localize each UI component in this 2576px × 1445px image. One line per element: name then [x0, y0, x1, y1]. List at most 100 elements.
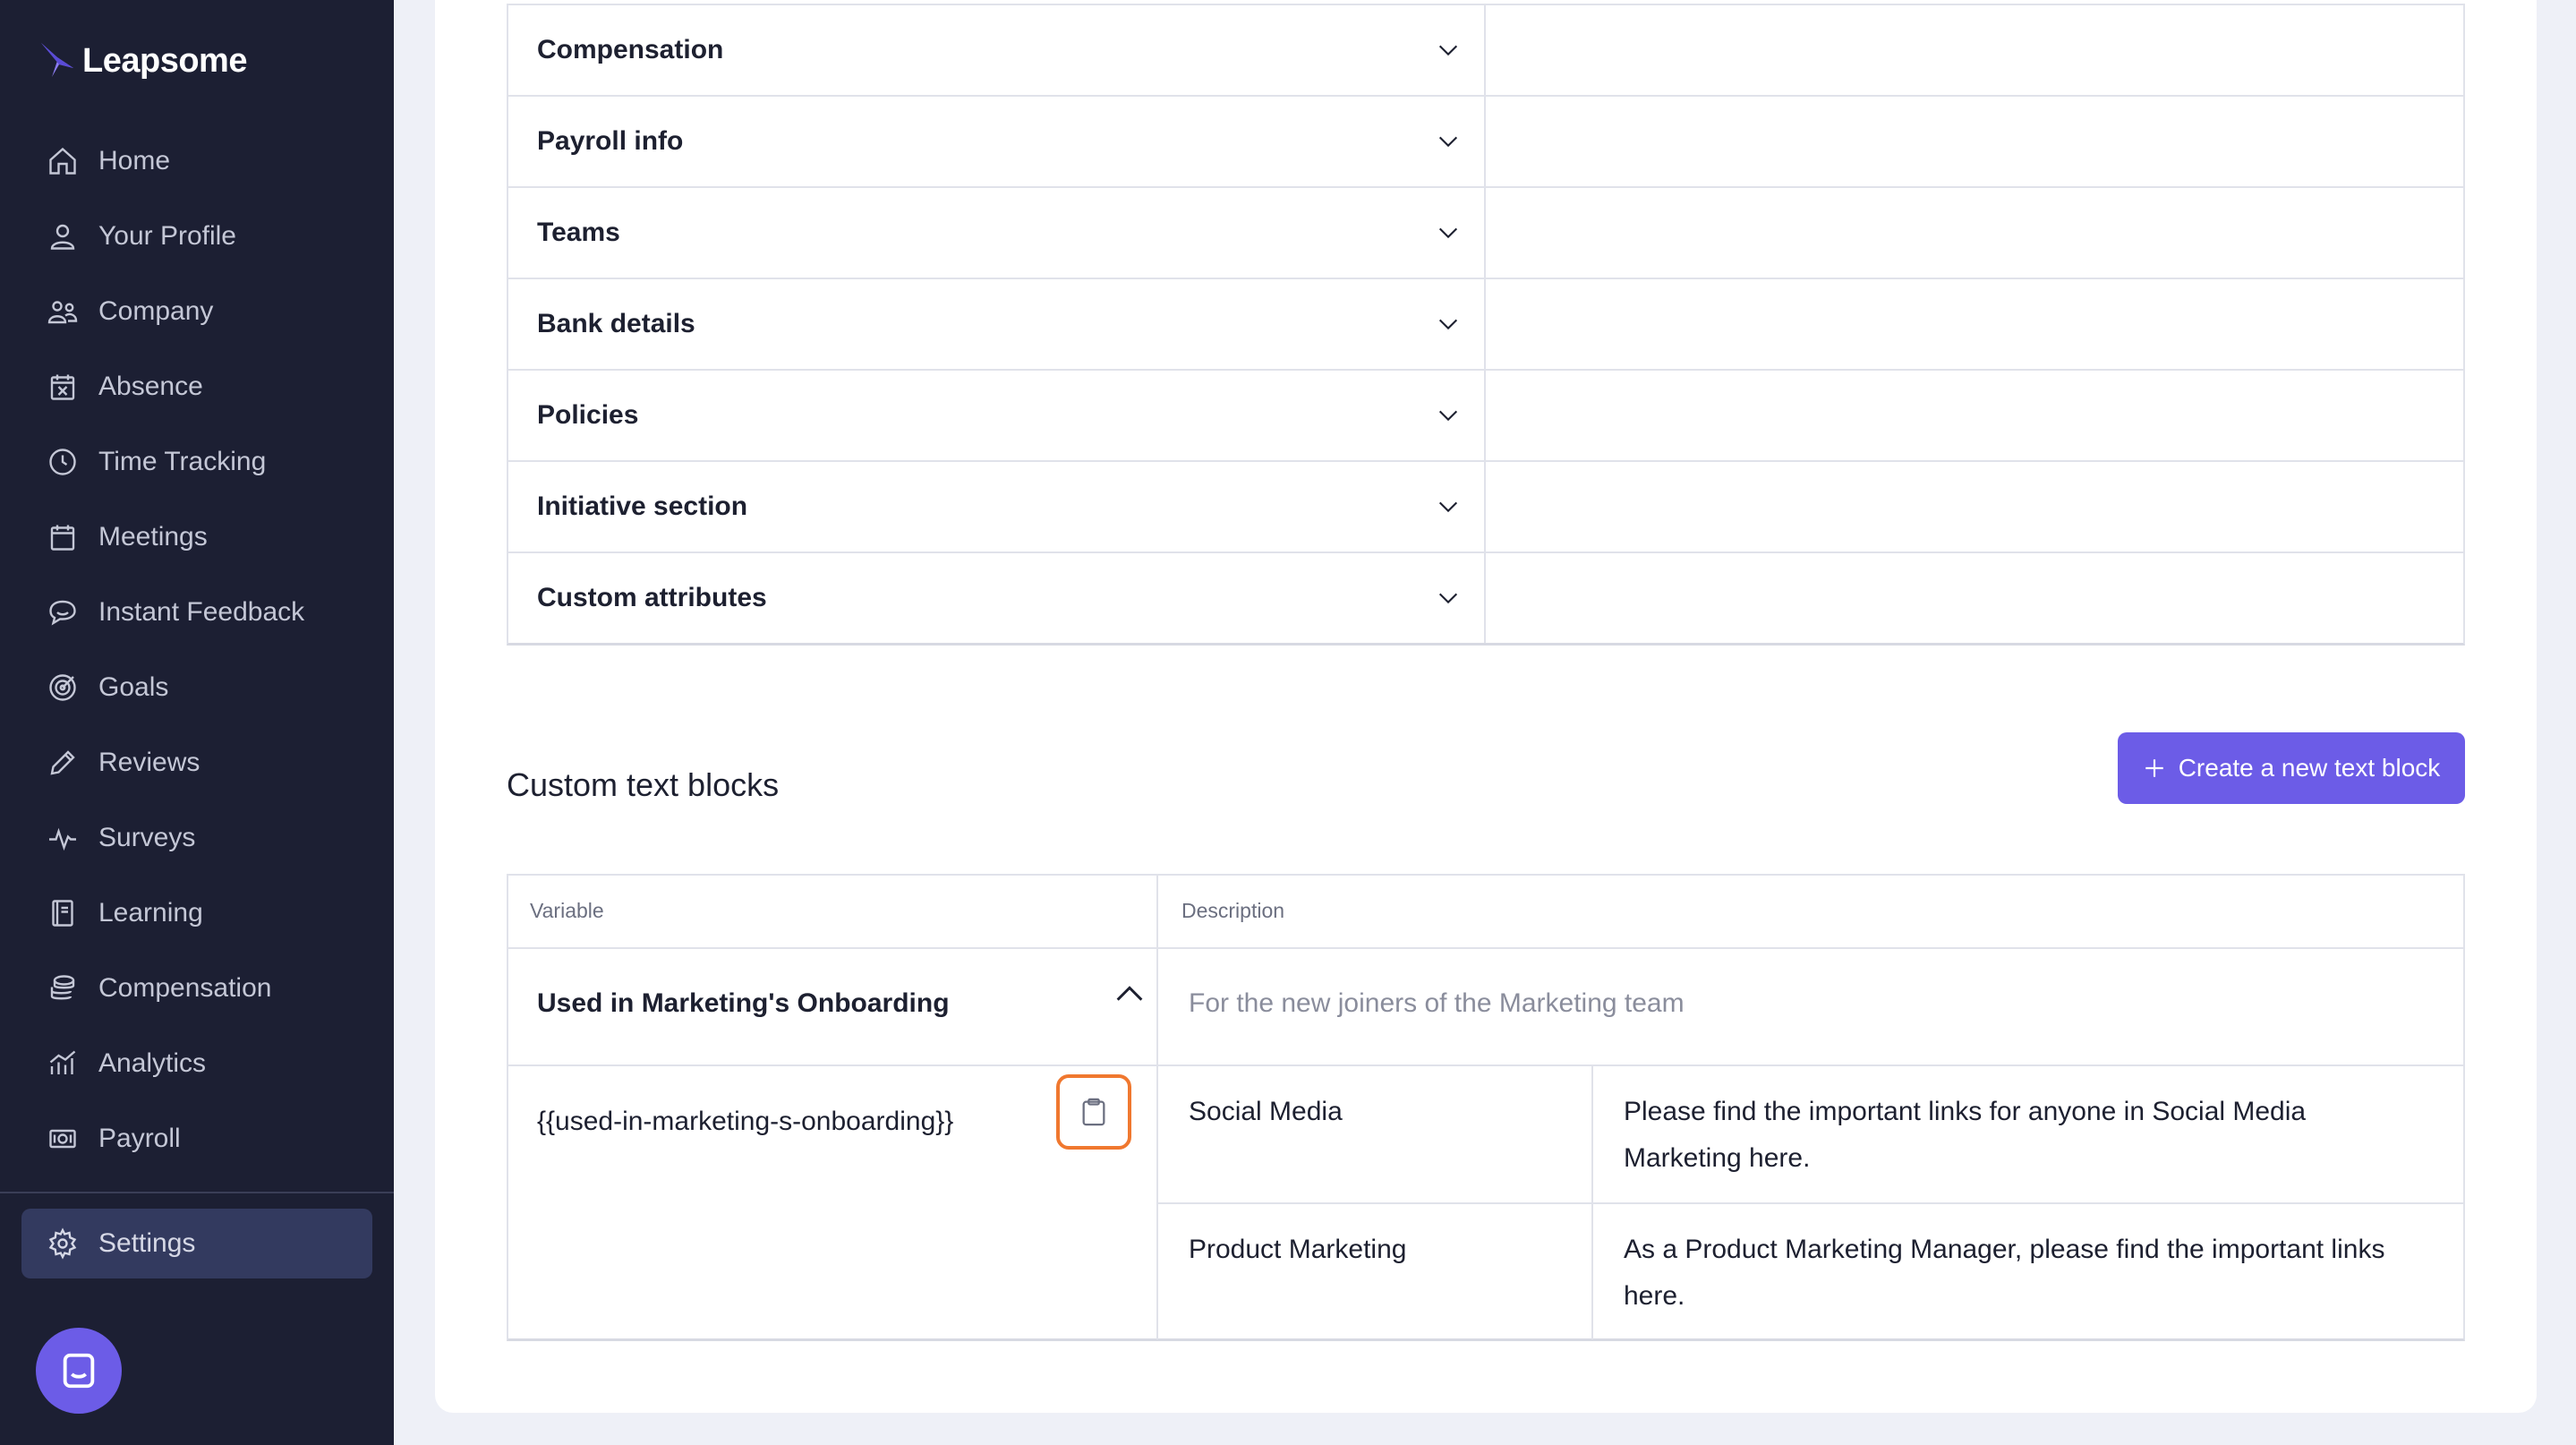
sidebar-item-label: Payroll — [98, 1124, 181, 1153]
sidebar-item-compensation[interactable]: Compensation — [0, 951, 394, 1026]
section-title: Compensation — [537, 35, 724, 64]
section-title: Custom attributes — [537, 583, 767, 612]
chevron-down-icon — [1438, 45, 1458, 56]
section-title: Bank details — [537, 309, 695, 338]
sidebar-item-label: Goals — [98, 672, 169, 702]
section-content — [1486, 553, 2463, 643]
sidebar-divider — [0, 1192, 394, 1193]
sidebar-item-your-profile[interactable]: Your Profile — [0, 199, 394, 274]
sidebar-item-payroll[interactable]: Payroll — [0, 1101, 394, 1176]
team-text-line: As a Product Marketing Manager, please f… — [1624, 1235, 2385, 1264]
sidebar-item-time-tracking[interactable]: Time Tracking — [0, 424, 394, 500]
money-icon — [47, 1123, 79, 1155]
sidebar-item-label: Analytics — [98, 1048, 207, 1078]
sidebar-item-instant-feedback[interactable]: Instant Feedback — [0, 575, 394, 650]
chat-launcher-button[interactable] — [36, 1328, 122, 1414]
sidebar-item-label: Meetings — [98, 522, 208, 551]
coins-icon — [47, 972, 79, 1005]
gear-icon — [47, 1227, 79, 1260]
sidebar-item-label: Learning — [98, 898, 203, 928]
chevron-down-icon — [1438, 227, 1458, 239]
sidebar-item-settings[interactable]: Settings — [21, 1209, 372, 1278]
chevron-up-icon[interactable] — [1112, 976, 1147, 1012]
sidebar-item-company[interactable]: Company — [0, 274, 394, 349]
sidebar-item-analytics[interactable]: Analytics — [0, 1026, 394, 1101]
section-row: Payroll info — [508, 95, 2463, 186]
section-toggle-payroll-info[interactable]: Payroll info — [508, 97, 1486, 186]
sidebar-item-label: Reviews — [98, 748, 200, 777]
plus-icon — [2145, 759, 2163, 777]
chevron-down-icon — [1438, 319, 1458, 330]
chevron-down-icon — [1438, 136, 1458, 148]
sidebar-item-label: Compensation — [98, 973, 272, 1003]
team-text-line: Marketing here. — [1624, 1143, 1811, 1173]
team-name: Product Marketing — [1189, 1235, 1407, 1264]
sidebar: Leapsome Home Your Profile Company Absen… — [0, 0, 394, 1445]
copy-variable-button[interactable] — [1056, 1074, 1131, 1150]
chevron-down-icon — [1438, 593, 1458, 604]
sidebar-item-label: Company — [98, 296, 214, 326]
sidebar-item-learning[interactable]: Learning — [0, 876, 394, 951]
sidebar-item-surveys[interactable]: Surveys — [0, 800, 394, 876]
book-icon — [47, 897, 79, 929]
row-divider — [1158, 1202, 2463, 1204]
row-divider — [508, 1065, 2463, 1066]
team-text: Please find the important links for anyo… — [1624, 1089, 2306, 1182]
section-row: Policies — [508, 369, 2463, 460]
clipboard-icon — [1082, 1098, 1105, 1126]
home-icon — [47, 145, 79, 177]
section-toggle-compensation[interactable]: Compensation — [508, 5, 1486, 95]
team-text-line: Please find the important links for anyo… — [1624, 1097, 2307, 1126]
section-toggle-bank-details[interactable]: Bank details — [508, 279, 1486, 369]
section-title: Initiative section — [537, 492, 748, 521]
clock-icon — [47, 446, 79, 478]
sidebar-item-label: Absence — [98, 372, 203, 401]
section-row: Initiative section — [508, 460, 2463, 551]
text-block-variable: {{used-in-marketing-s-onboarding}} — [537, 1107, 954, 1136]
main-nav: Home Your Profile Company Absence Time T… — [0, 124, 394, 1176]
team-text-line: here. — [1624, 1281, 1685, 1311]
chat-bubble-icon — [47, 596, 79, 628]
row-divider — [508, 947, 2463, 949]
sidebar-item-meetings[interactable]: Meetings — [0, 500, 394, 575]
section-toggle-initiative-section[interactable]: Initiative section — [508, 462, 1486, 551]
section-toggle-teams[interactable]: Teams — [508, 188, 1486, 278]
chevron-down-icon — [1438, 410, 1458, 422]
chart-icon — [47, 1047, 79, 1080]
sidebar-item-reviews[interactable]: Reviews — [0, 725, 394, 800]
sidebar-item-goals[interactable]: Goals — [0, 650, 394, 725]
sidebar-item-label: Time Tracking — [98, 447, 267, 476]
section-toggle-policies[interactable]: Policies — [508, 371, 1486, 460]
text-block-description: For the new joiners of the Marketing tea… — [1189, 988, 1685, 1018]
section-content — [1486, 97, 2463, 186]
calendar-x-icon — [47, 371, 79, 403]
calendar-icon — [47, 521, 79, 553]
leapsome-logo[interactable]: Leapsome — [39, 41, 247, 81]
app-name: Leapsome — [82, 41, 247, 80]
column-header-description: Description — [1181, 899, 1285, 922]
sidebar-item-home[interactable]: Home — [0, 124, 394, 199]
section-toggle-custom-attributes[interactable]: Custom attributes — [508, 553, 1486, 643]
section-title: Payroll info — [537, 126, 684, 156]
column-header-variable: Variable — [530, 899, 604, 922]
users-icon — [47, 295, 79, 328]
sidebar-item-label: Your Profile — [98, 221, 236, 251]
sidebar-item-label: Home — [98, 146, 171, 175]
leapsome-logo-icon — [41, 43, 73, 77]
create-text-block-label: Create a new text block — [2178, 754, 2441, 782]
sidebar-item-absence[interactable]: Absence — [0, 349, 394, 424]
section-title: Teams — [537, 218, 620, 247]
column-divider — [1156, 876, 1158, 1339]
target-icon — [47, 671, 79, 704]
profile-sections-table: Compensation Payroll info Teams Bank det… — [507, 4, 2465, 646]
section-content — [1486, 462, 2463, 551]
sidebar-item-label: Surveys — [98, 823, 196, 852]
pencil-icon — [47, 747, 79, 779]
sidebar-item-label: Instant Feedback — [98, 597, 305, 627]
team-text: As a Product Marketing Manager, please f… — [1624, 1227, 2384, 1320]
chevron-down-icon — [1438, 501, 1458, 513]
section-row: Custom attributes — [508, 551, 2463, 643]
chat-launcher-icon — [63, 1353, 95, 1389]
pulse-icon — [47, 822, 79, 854]
create-text-block-button[interactable]: Create a new text block — [2118, 732, 2465, 804]
